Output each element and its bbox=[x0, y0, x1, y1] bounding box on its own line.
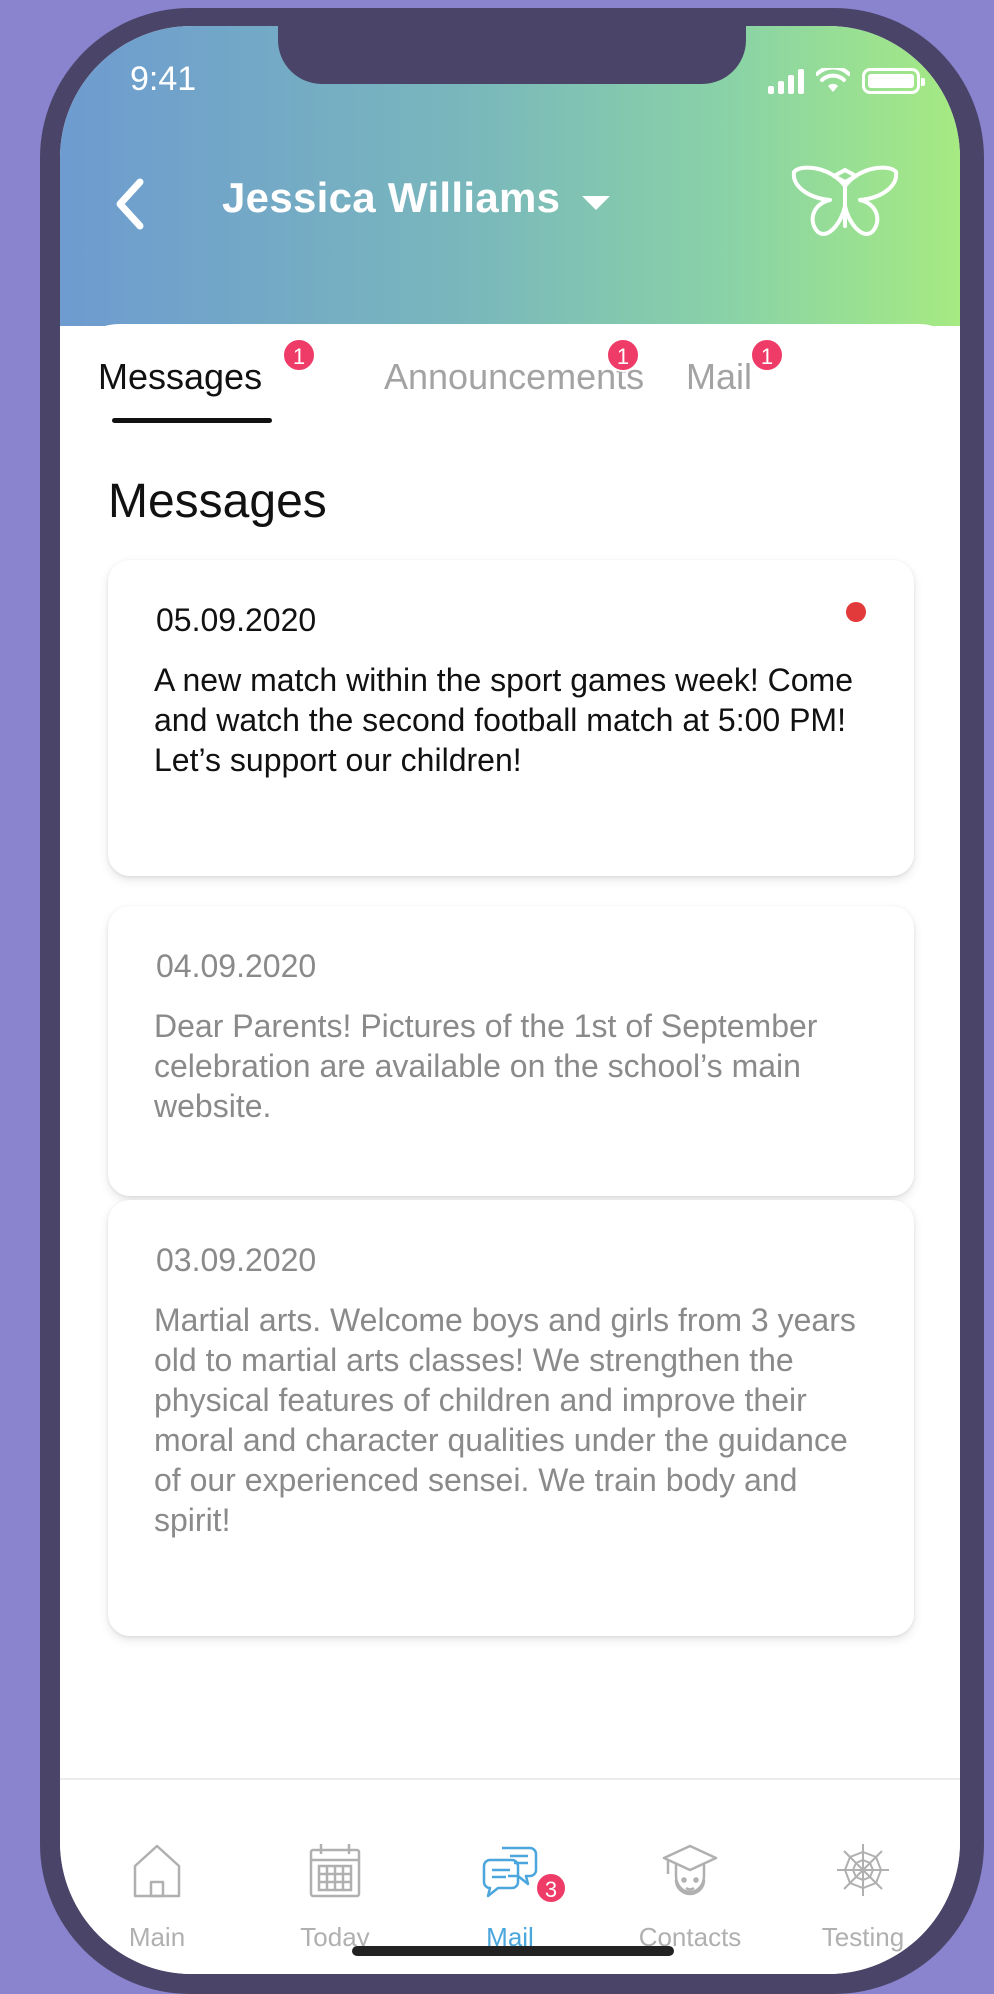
message-card[interactable]: 03.09.2020 Martial arts. Welcome boys an… bbox=[108, 1200, 914, 1636]
message-card[interactable]: 04.09.2020 Dear Parents! Pictures of the… bbox=[108, 906, 914, 1196]
tab-messages[interactable]: Messages bbox=[98, 356, 262, 398]
tab-label: Announcements bbox=[384, 356, 645, 397]
message-date: 05.09.2020 bbox=[156, 602, 317, 638]
tab-badge: 1 bbox=[282, 338, 316, 372]
nav-item-today[interactable]: Today bbox=[260, 1786, 410, 1953]
wifi-icon bbox=[816, 68, 850, 92]
message-card[interactable]: 05.09.2020 A new match within the sport … bbox=[108, 560, 914, 876]
home-icon bbox=[133, 1844, 181, 1898]
section-title: Messages bbox=[108, 475, 327, 528]
nav-item-main[interactable]: Main bbox=[82, 1786, 232, 1953]
tab-badge: 1 bbox=[750, 338, 784, 372]
nav-label: Main bbox=[128, 1922, 186, 1952]
nav-label: Testing bbox=[821, 1922, 905, 1952]
status-time: 9:41 bbox=[130, 60, 197, 98]
nav-item-mail[interactable]: 3 Mail bbox=[435, 1786, 585, 1953]
nav-item-testing[interactable]: Testing bbox=[788, 1786, 938, 1953]
tab-label: Messages bbox=[98, 356, 263, 397]
bottom-nav: Main Today 3 Mail Contacts Testing bbox=[60, 1786, 960, 1952]
web-icon bbox=[837, 1844, 889, 1896]
status-icons bbox=[768, 68, 925, 94]
message-text: A new match within the sport games week!… bbox=[154, 662, 853, 778]
calendar-icon bbox=[309, 1844, 361, 1898]
butterfly-logo-icon bbox=[791, 165, 899, 236]
message-text: Dear Parents! Pictures of the 1st of Sep… bbox=[154, 1008, 818, 1124]
tab-label: Mail bbox=[686, 356, 753, 397]
chat-bubbles-icon bbox=[482, 1846, 538, 1898]
app-screen: 9:41 Jessica Williams Messages 1 Announc… bbox=[60, 26, 960, 1974]
user-name[interactable]: Jessica Williams bbox=[222, 174, 560, 222]
chevron-down-icon[interactable] bbox=[580, 194, 612, 212]
unread-indicator bbox=[846, 602, 866, 622]
home-indicator[interactable] bbox=[352, 1946, 674, 1956]
active-tab-indicator bbox=[112, 418, 272, 423]
message-text: Martial arts. Welcome boys and girls fro… bbox=[154, 1302, 856, 1538]
tab-bar: Messages 1 Announcements 1 Mail 1 bbox=[60, 338, 960, 466]
message-date: 04.09.2020 bbox=[156, 948, 317, 984]
signal-icon bbox=[768, 68, 804, 94]
back-arrow-icon[interactable] bbox=[110, 176, 150, 232]
nav-item-contacts[interactable]: Contacts bbox=[615, 1786, 765, 1953]
device-notch bbox=[278, 26, 746, 84]
bottom-nav-divider bbox=[60, 1778, 960, 1780]
nav-badge: 3 bbox=[535, 1872, 567, 1904]
message-date: 03.09.2020 bbox=[156, 1242, 317, 1278]
tab-mail[interactable]: Mail bbox=[686, 356, 752, 398]
tab-badge: 1 bbox=[606, 338, 640, 372]
tab-announcements[interactable]: Announcements bbox=[384, 356, 644, 398]
graduate-icon bbox=[662, 1844, 718, 1896]
battery-icon bbox=[862, 68, 925, 94]
